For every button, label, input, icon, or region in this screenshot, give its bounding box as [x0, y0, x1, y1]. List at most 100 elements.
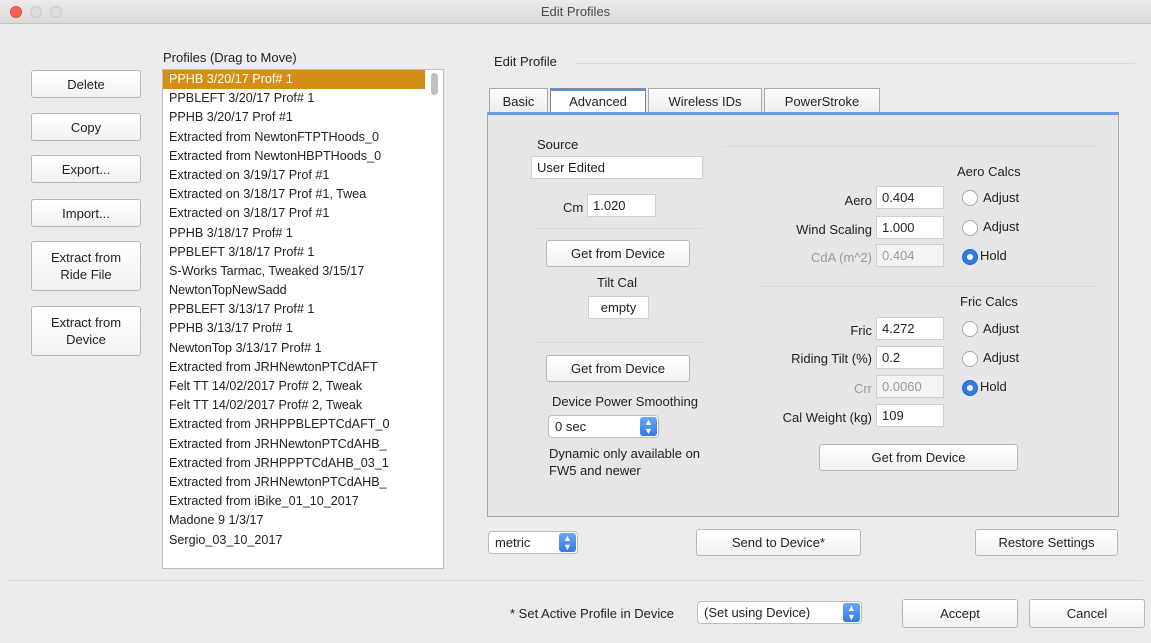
profile-list-item[interactable]: Extracted from JRHNewtonPTCdAHB_	[163, 435, 425, 454]
source-field[interactable]: User Edited	[531, 156, 703, 179]
tab-powerstroke[interactable]: PowerStroke	[764, 88, 880, 113]
profile-list-item[interactable]: Extracted from NewtonFTPTHoods_0	[163, 128, 425, 147]
profile-list-item[interactable]: PPHB 3/20/17 Prof #1	[163, 108, 425, 127]
cal-weight-label: Cal Weight (kg)	[782, 410, 872, 425]
profile-list-item[interactable]: PPBLEFT 3/13/17 Prof# 1	[163, 300, 425, 319]
profile-list-item[interactable]: PPHB 3/18/17 Prof# 1	[163, 224, 425, 243]
cda-label: CdA (m^2)	[810, 250, 872, 265]
fric-hold-radio[interactable]	[962, 380, 978, 396]
cm-label: Cm	[563, 200, 584, 215]
profile-list-item[interactable]: NewtonTop 3/13/17 Prof# 1	[163, 339, 425, 358]
send-to-device-button[interactable]: Send to Device*	[696, 529, 861, 556]
tab-wireless-ids[interactable]: Wireless IDs	[648, 88, 762, 113]
active-profile-stepper-icon: ▲ ▼	[843, 603, 860, 622]
profile-list-item[interactable]: Extracted from JRHPPBLEPTCdAFT_0	[163, 415, 425, 434]
cancel-button[interactable]: Cancel	[1029, 599, 1145, 628]
get-from-device-fric-button[interactable]: Get from Device	[819, 444, 1018, 471]
fric-field[interactable]: 4.272	[876, 317, 944, 340]
source-label: Source	[537, 137, 579, 152]
crr-field: 0.0060	[876, 375, 944, 398]
profile-list-item[interactable]: NewtonTopNewSadd	[163, 281, 425, 300]
riding-tilt-label: Riding Tilt (%)	[791, 351, 872, 366]
tilt-cal-field[interactable]: empty	[588, 296, 649, 319]
units-stepper-icon: ▲ ▼	[559, 533, 576, 552]
profile-list-item[interactable]: Extracted from JRHNewtonPTCdAFT	[163, 358, 425, 377]
tab-basic[interactable]: Basic	[489, 88, 548, 113]
accept-button[interactable]: Accept	[902, 599, 1018, 628]
wind-scaling-adjust-label: Adjust	[983, 219, 1020, 234]
extract-from-ride-file-button[interactable]: Extract from Ride File	[31, 241, 141, 291]
fric-adjust-label: Adjust	[983, 321, 1020, 336]
riding-tilt-adjust-label: Adjust	[983, 350, 1020, 365]
profile-list-item[interactable]: Extracted from JRHNewtonPTCdAHB_	[163, 473, 425, 492]
fric-label: Fric	[850, 323, 872, 338]
select-stepper-icon: ▲ ▼	[640, 417, 657, 436]
left-divider-2	[533, 342, 703, 343]
profile-list-item[interactable]: Extracted on 3/18/17 Prof #1	[163, 204, 425, 223]
units-value: metric	[495, 535, 531, 550]
fric-calcs-label: Fric Calcs	[960, 294, 1018, 309]
profile-list-item[interactable]: PPHB 3/13/17 Prof# 1	[163, 319, 425, 338]
export-button[interactable]: Export...	[31, 155, 141, 183]
fric-adjust-radio[interactable]	[962, 321, 978, 337]
left-divider-1	[533, 228, 703, 229]
cda-field: 0.404	[876, 244, 944, 267]
import-button[interactable]: Import...	[31, 199, 141, 227]
profile-list-item[interactable]: Extracted on 3/19/17 Prof #1	[163, 166, 425, 185]
profile-list-item[interactable]: Felt TT 14/02/2017 Prof# 2, Tweak	[163, 377, 425, 396]
profile-list-item[interactable]: Extracted on 3/18/17 Prof #1, Twea	[163, 185, 425, 204]
aero-adjust-radio[interactable]	[962, 190, 978, 206]
copy-button[interactable]: Copy	[31, 113, 141, 141]
profile-list-item[interactable]: Extracted from NewtonHBPTHoods_0	[163, 147, 425, 166]
power-smoothing-value: 0 sec	[555, 419, 587, 434]
device-power-smoothing-label: Device Power Smoothing	[552, 394, 698, 409]
extract-ride-label-line2: Ride File	[60, 267, 112, 282]
footer-divider	[8, 580, 1143, 581]
tilt-cal-label: Tilt Cal	[597, 275, 637, 290]
profile-list-item[interactable]: Extracted from iBike_01_10_2017	[163, 492, 425, 511]
dynamic-note-line1: Dynamic only available on	[549, 446, 701, 461]
window-title: Edit Profiles	[540, 4, 611, 19]
active-profile-select[interactable]: (Set using Device) ▲ ▼	[697, 601, 862, 624]
profile-list-item[interactable]: Extracted from JRHPPPTCdAHB_03_1	[163, 454, 425, 473]
profiles-header: Profiles (Drag to Move)	[163, 50, 297, 65]
tab-advanced[interactable]: Advanced	[550, 88, 646, 113]
edit-profile-header: Edit Profile	[494, 54, 557, 69]
cm-field[interactable]: 1.020	[587, 194, 656, 217]
extract-ride-label-line1: Extract from	[50, 250, 122, 265]
cal-weight-field[interactable]: 109	[876, 404, 944, 427]
wind-scaling-label: Wind Scaling	[796, 222, 872, 237]
wind-scaling-field[interactable]: 1.000	[876, 216, 944, 239]
profile-list-item[interactable]: Felt TT 14/02/2017 Prof# 2, Tweak	[163, 396, 425, 415]
profile-list-item[interactable]: S-Works Tarmac, Tweaked 3/15/17	[163, 262, 425, 281]
aero-hold-label: Hold	[980, 248, 1007, 263]
riding-tilt-adjust-radio[interactable]	[962, 351, 978, 367]
aero-adjust-label: Adjust	[983, 190, 1020, 205]
riding-tilt-field[interactable]: 0.2	[876, 346, 944, 369]
extract-from-device-button[interactable]: Extract from Device	[31, 306, 141, 356]
extract-device-label-line1: Extract from	[50, 315, 122, 330]
profiles-scrollbar-thumb[interactable]	[431, 73, 438, 95]
profile-list-item[interactable]: PPBLEFT 3/20/17 Prof# 1	[163, 89, 425, 108]
profile-list-item[interactable]: Sergio_03_10_2017	[163, 531, 425, 550]
delete-button[interactable]: Delete	[31, 70, 141, 98]
units-select[interactable]: metric ▲ ▼	[488, 531, 578, 554]
power-smoothing-select[interactable]: 0 sec ▲ ▼	[548, 415, 659, 438]
aero-label: Aero	[844, 193, 872, 208]
aero-hold-radio[interactable]	[962, 249, 978, 265]
profile-list-item[interactable]: PPHB 3/20/17 Prof# 1	[163, 70, 425, 90]
right-divider-top	[723, 146, 1096, 147]
get-from-device-tilt-button[interactable]: Get from Device	[546, 240, 690, 267]
restore-settings-button[interactable]: Restore Settings	[975, 529, 1118, 556]
fric-hold-label: Hold	[980, 379, 1007, 394]
profile-list-item[interactable]: PPBLEFT 3/18/17 Prof# 1	[163, 243, 425, 262]
get-from-device-smoothing-button[interactable]: Get from Device	[546, 355, 690, 382]
title-bar: Edit Profiles	[0, 0, 1151, 24]
profile-list-item[interactable]: Madone 9 1/3/17	[163, 511, 425, 530]
profiles-list[interactable]: PPHB 3/20/17 Prof# 1 PPBLEFT 3/20/17 Prof…	[162, 69, 444, 569]
active-profile-label: * Set Active Profile in Device	[510, 606, 675, 621]
edit-profile-divider	[575, 63, 1135, 64]
aero-field[interactable]: 0.404	[876, 186, 944, 209]
wind-scaling-adjust-radio[interactable]	[962, 220, 978, 236]
right-divider-middle	[760, 286, 1096, 287]
